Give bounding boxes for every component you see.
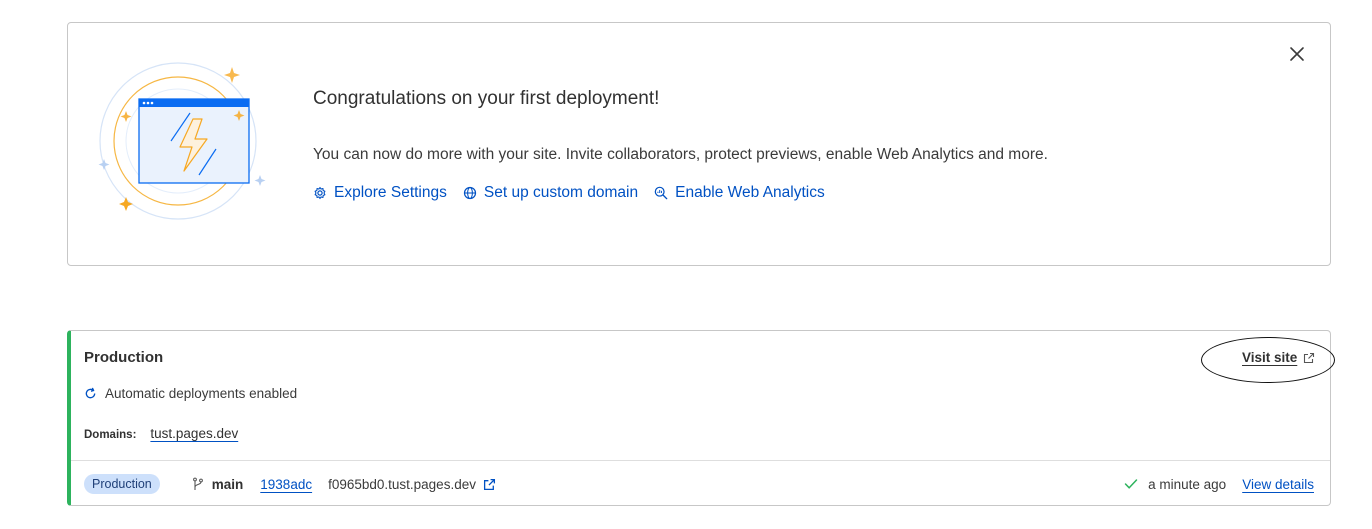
domain-link[interactable]: tust.pages.dev xyxy=(150,426,238,441)
visit-site-link[interactable]: Visit site xyxy=(1242,350,1315,365)
explore-settings-label: Explore Settings xyxy=(334,184,447,201)
globe-icon xyxy=(463,186,477,200)
git-branch-icon xyxy=(192,477,203,490)
welcome-actions: Explore Settings Set up custom domain En… xyxy=(313,184,825,202)
deployment-time-text: a minute ago xyxy=(1148,476,1227,492)
production-title: Production xyxy=(84,349,164,366)
automatic-deployments-status: Automatic deployments enabled xyxy=(84,386,297,401)
environment-badge: Production xyxy=(84,474,160,494)
branch: main xyxy=(192,476,244,492)
domains-row: Domains: tust.pages.dev xyxy=(84,426,238,441)
analytics-search-icon xyxy=(654,186,668,200)
explore-settings-link[interactable]: Explore Settings xyxy=(313,184,447,202)
custom-domain-label: Set up custom domain xyxy=(483,184,639,201)
welcome-description: You can now do more with your site. Invi… xyxy=(313,146,1048,163)
deployment-url-link[interactable]: f0965bd0.tust.pages.dev xyxy=(328,477,496,492)
deployment-status: a minute ago View details xyxy=(1124,477,1314,492)
custom-domain-link[interactable]: Set up custom domain xyxy=(463,184,638,202)
domains-label: Domains: xyxy=(84,429,137,441)
welcome-title: Congratulations on your first deployment… xyxy=(313,88,660,109)
close-icon[interactable] xyxy=(1286,43,1308,65)
production-card: Production Visit site Automatic deployme… xyxy=(67,330,1335,506)
first-deployment-card: Congratulations on your first deployment… xyxy=(67,22,1331,266)
deployment-time: a minute ago xyxy=(1124,477,1226,492)
external-link-icon xyxy=(1304,352,1315,363)
checkmark-icon xyxy=(1124,479,1138,489)
divider xyxy=(71,460,1330,461)
commit-hash-link[interactable]: 1938adc xyxy=(260,477,312,492)
visit-site-label: Visit site xyxy=(1242,350,1298,365)
latest-deployment-row: Production main 1938adc f0965bd0.tust.pa… xyxy=(84,473,1314,495)
branch-name: main xyxy=(211,476,244,492)
refresh-icon xyxy=(85,387,96,399)
deployment-url-text: f0965bd0.tust.pages.dev xyxy=(328,476,476,492)
web-analytics-link[interactable]: Enable Web Analytics xyxy=(654,184,825,202)
automatic-deployments-text: Automatic deployments enabled xyxy=(105,386,298,401)
external-link-icon xyxy=(483,478,495,490)
deployment-illustration xyxy=(96,59,276,229)
web-analytics-label: Enable Web Analytics xyxy=(675,184,825,201)
gear-icon xyxy=(314,186,326,200)
view-details-link[interactable]: View details xyxy=(1242,477,1314,492)
